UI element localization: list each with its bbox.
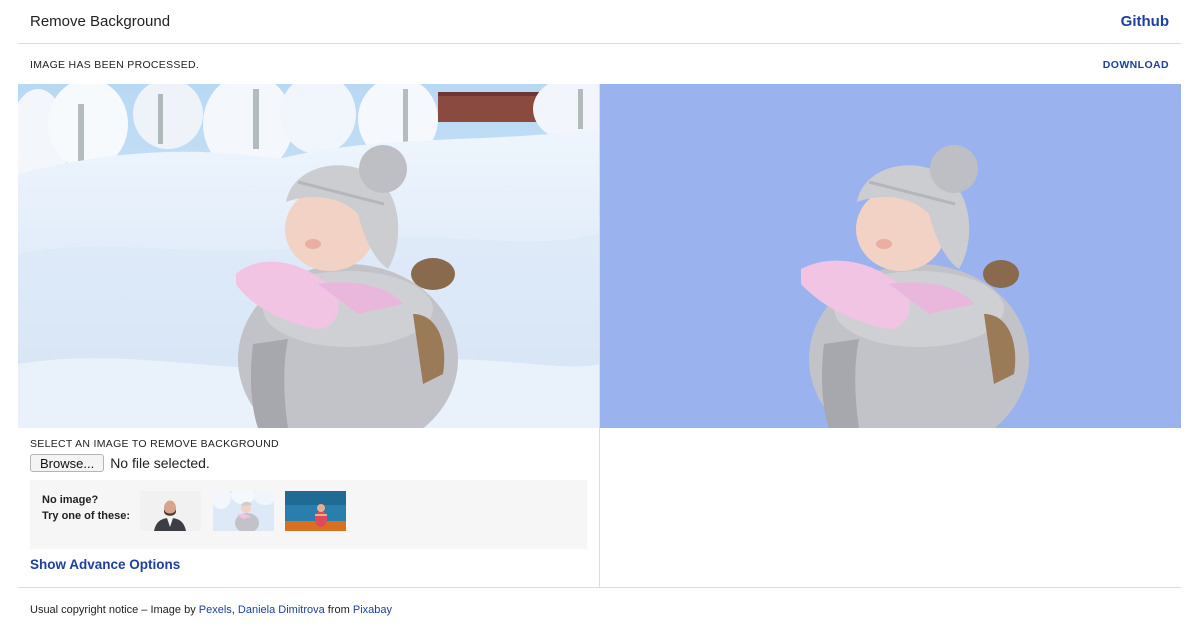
sample-snow-child-image — [213, 491, 274, 531]
copyright-notice: Usual copyright notice – Image by Pexels… — [30, 604, 392, 616]
processed-image — [599, 84, 1181, 428]
github-link[interactable]: Github — [1121, 13, 1169, 30]
status-bar: IMAGE HAS BEEN PROCESSED. DOWNLOAD — [18, 45, 1181, 83]
pixabay-link[interactable]: Pixabay — [353, 604, 392, 616]
pexels-link[interactable]: Pexels — [199, 604, 232, 616]
download-link[interactable]: DOWNLOAD — [1103, 59, 1169, 71]
copyright-prefix: Usual copyright notice – Image by — [30, 604, 199, 616]
sample-images-panel: No image? Try one of these: — [30, 480, 587, 549]
status-message: IMAGE HAS BEEN PROCESSED. — [30, 59, 200, 71]
upload-label: SELECT AN IMAGE TO REMOVE BACKGROUND — [30, 438, 279, 450]
sample-thumbnail-beach-child[interactable] — [285, 491, 346, 531]
app-title: Remove Background — [30, 13, 171, 30]
sample-beach-child-image — [285, 491, 346, 531]
footer: Usual copyright notice – Image by Pexels… — [18, 587, 1181, 630]
child-figure-right — [801, 145, 1029, 428]
show-advance-options-link[interactable]: Show Advance Options — [30, 557, 180, 572]
top-navbar: Remove Background Github — [18, 0, 1181, 44]
sample-thumbnail-snow-child[interactable] — [213, 491, 274, 531]
browse-button[interactable]: Browse... — [30, 454, 105, 472]
file-input[interactable]: Browse... No file selected. — [30, 454, 210, 472]
samples-prompt: No image? Try one of these: — [42, 493, 130, 524]
samples-prompt-line2: Try one of these: — [42, 509, 131, 522]
file-status-text: No file selected. — [110, 455, 210, 471]
copyright-sep2: from — [324, 604, 353, 616]
samples-prompt-line1: No image? — [42, 494, 99, 506]
processed-photo-illustration — [801, 145, 1029, 428]
daniela-dimitrova-link[interactable]: Daniela Dimitrova — [238, 604, 325, 616]
sample-man-image — [140, 491, 201, 531]
original-image — [18, 84, 600, 428]
column-divider — [599, 84, 600, 587]
original-photo-illustration — [18, 84, 600, 428]
sample-thumbnail-man[interactable] — [140, 491, 201, 531]
